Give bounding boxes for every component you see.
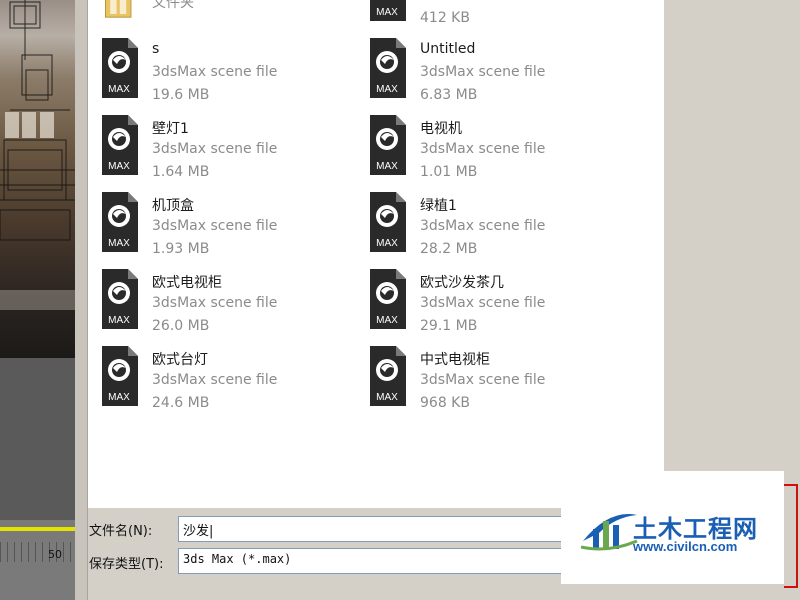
scene-viewport[interactable]: 50 [0, 0, 75, 600]
max-file-icon: MAX [370, 0, 406, 21]
civilcn-logo-icon [580, 514, 638, 551]
max-label: MAX [108, 315, 130, 326]
max-label: MAX [108, 238, 130, 249]
list-item-file[interactable]: MAX 壁灯1 3dsMax scene file 1.64 MB [100, 115, 350, 185]
max-label: MAX [376, 161, 398, 172]
file-type: 3dsMax scene file [420, 372, 546, 388]
max-label: MAX [376, 84, 398, 95]
file-size: 26.0 MB [152, 318, 210, 334]
max-file-icon: MAX [370, 269, 406, 329]
max-file-icon: MAX [102, 115, 138, 175]
file-type: 3dsMax scene file [152, 372, 278, 388]
highlight-frame [784, 484, 798, 588]
folder-icon [105, 0, 132, 18]
timeline-ticks [0, 542, 75, 562]
max-file-icon: MAX [102, 192, 138, 252]
max-file-icon: MAX [370, 192, 406, 252]
list-item-file[interactable]: MAX 412 KB [368, 0, 618, 31]
file-name: 欧式电视柜 [152, 275, 222, 291]
file-type: 3dsMax scene file [420, 295, 546, 311]
file-name: 中式电视柜 [420, 352, 490, 368]
list-item-file[interactable]: MAX 欧式沙发茶几 3dsMax scene file 29.1 MB [368, 269, 618, 339]
file-size: 412 KB [420, 10, 470, 26]
filename-input[interactable] [178, 516, 568, 542]
file-name: 绿植1 [420, 198, 457, 214]
max-label: MAX [376, 315, 398, 326]
file-size: 1.64 MB [152, 164, 210, 180]
list-item-file[interactable]: MAX 欧式电视柜 3dsMax scene file 26.0 MB [100, 269, 350, 339]
file-size: 1.93 MB [152, 241, 210, 257]
file-size: 968 KB [420, 395, 470, 411]
file-type: 3dsMax scene file [152, 64, 278, 80]
timeline-frame-number: 50 [48, 548, 62, 561]
file-list-pane[interactable]: 文件夹 MAX s 3dsMax scene file 19.6 MB MAX … [88, 0, 664, 508]
file-type: 3dsMax scene file [420, 64, 546, 80]
list-item-file[interactable]: MAX 中式电视柜 3dsMax scene file 968 KB [368, 346, 618, 416]
file-size: 24.6 MB [152, 395, 210, 411]
file-size: 28.2 MB [420, 241, 478, 257]
file-name: 壁灯1 [152, 121, 189, 137]
file-type: 3dsMax scene file [420, 218, 546, 234]
time-slider-track[interactable] [0, 527, 75, 531]
file-type: 3dsMax scene file [420, 141, 546, 157]
dialog-left-edge [75, 0, 88, 600]
max-file-icon: MAX [102, 38, 138, 98]
list-item-file[interactable]: MAX s 3dsMax scene file 19.6 MB [100, 38, 350, 108]
file-type: 3dsMax scene file [152, 295, 278, 311]
file-size: 29.1 MB [420, 318, 478, 334]
file-name: 电视机 [420, 121, 462, 137]
max-file-icon: MAX [370, 115, 406, 175]
timeline-bar[interactable]: 50 [0, 520, 75, 600]
file-size: 19.6 MB [152, 87, 210, 103]
max-label: MAX [108, 84, 130, 95]
file-size: 6.83 MB [420, 87, 478, 103]
file-type: 3dsMax scene file [152, 218, 278, 234]
list-item-file[interactable]: MAX 欧式台灯 3dsMax scene file 24.6 MB [100, 346, 350, 416]
max-label: MAX [376, 392, 398, 403]
file-name: s [152, 41, 160, 57]
filetype-label: 保存类型(T): [89, 557, 164, 572]
file-name: Untitled [420, 41, 476, 57]
file-name: 机顶盒 [152, 198, 194, 214]
list-item-file[interactable]: MAX 机顶盒 3dsMax scene file 1.93 MB [100, 192, 350, 262]
file-name: 欧式台灯 [152, 352, 208, 368]
max-file-icon: MAX [102, 269, 138, 329]
max-label: MAX [376, 7, 398, 18]
filetype-select[interactable]: 3ds Max (*.max) [178, 548, 568, 574]
list-item-file[interactable]: MAX 绿植1 3dsMax scene file 28.2 MB [368, 192, 618, 262]
watermark: 土木工程网 www.civilcn.com [561, 471, 784, 584]
filename-label: 文件名(N): [89, 524, 153, 539]
file-size: 1.01 MB [420, 164, 478, 180]
file-name: 文件夹 [152, 0, 194, 11]
max-file-icon: MAX [370, 346, 406, 406]
list-item-file[interactable]: MAX 电视机 3dsMax scene file 1.01 MB [368, 115, 618, 185]
max-file-icon: MAX [370, 38, 406, 98]
file-type: 3dsMax scene file [152, 141, 278, 157]
list-item-file[interactable]: MAX Untitled 3dsMax scene file 6.83 MB [368, 38, 618, 108]
scene-render [0, 0, 75, 358]
file-name: 欧式沙发茶几 [420, 275, 504, 291]
max-label: MAX [108, 161, 130, 172]
max-label: MAX [108, 392, 130, 403]
watermark-url: www.civilcn.com [633, 539, 738, 554]
max-label: MAX [376, 238, 398, 249]
max-file-icon: MAX [102, 346, 138, 406]
